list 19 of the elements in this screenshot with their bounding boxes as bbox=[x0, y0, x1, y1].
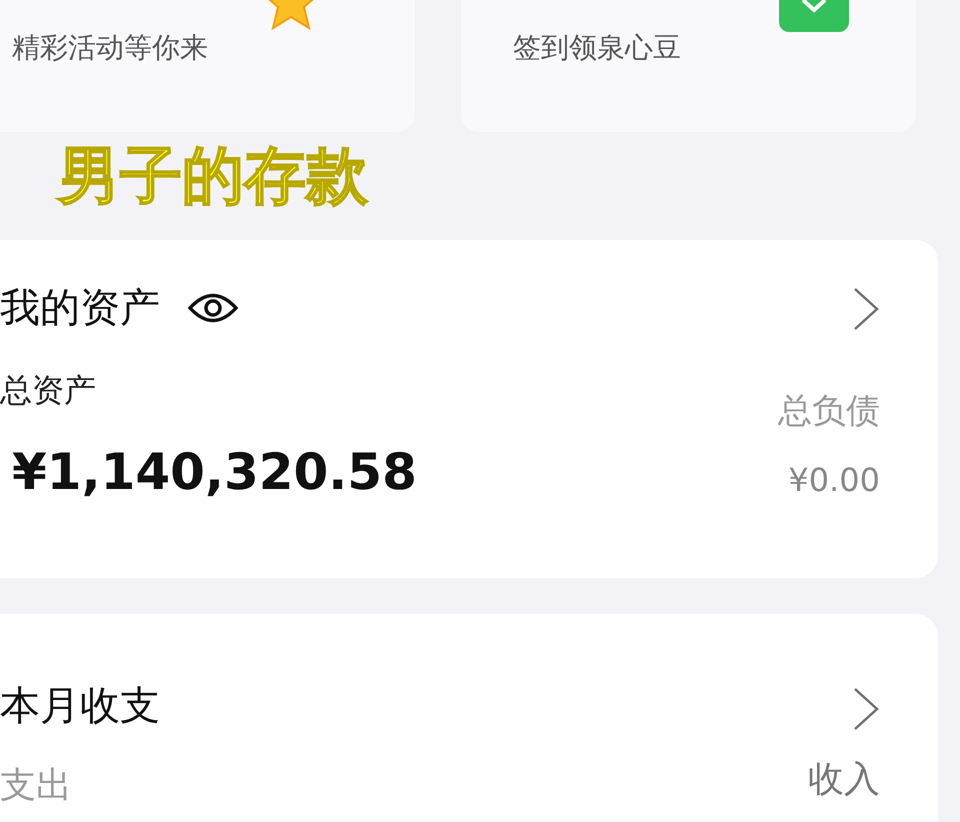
monthly-card[interactable]: 本月收支 支出 收入 bbox=[0, 614, 938, 822]
promo-label: 签到领泉心豆 bbox=[513, 31, 681, 64]
eye-icon[interactable] bbox=[188, 293, 238, 323]
check-icon bbox=[779, 0, 849, 32]
total-assets-value: ¥1,140,320.58 bbox=[12, 442, 417, 502]
expense-label: 支出 bbox=[0, 764, 73, 808]
promo-label: 精彩活动等你来 bbox=[12, 31, 208, 64]
chevron-right-icon[interactable] bbox=[852, 286, 880, 332]
chevron-right-icon[interactable] bbox=[852, 686, 880, 732]
assets-title: 我的资产 bbox=[0, 284, 160, 333]
caption: 男子的存款 bbox=[58, 139, 368, 212]
monthly-title: 本月收支 bbox=[0, 682, 160, 731]
assets-card[interactable]: 我的资产 总资产 ¥1,140,320.58 总负债 ¥0.00 bbox=[0, 240, 938, 578]
total-assets-label: 总资产 bbox=[0, 370, 97, 411]
total-debt-value: ¥0.00 bbox=[788, 460, 880, 501]
income-label: 收入 bbox=[808, 758, 880, 802]
total-debt-label: 总负债 bbox=[778, 390, 880, 433]
promo-card[interactable]: 精彩活动等你来 bbox=[0, 0, 415, 132]
promo-card[interactable]: 签到领泉心豆 bbox=[461, 0, 916, 132]
